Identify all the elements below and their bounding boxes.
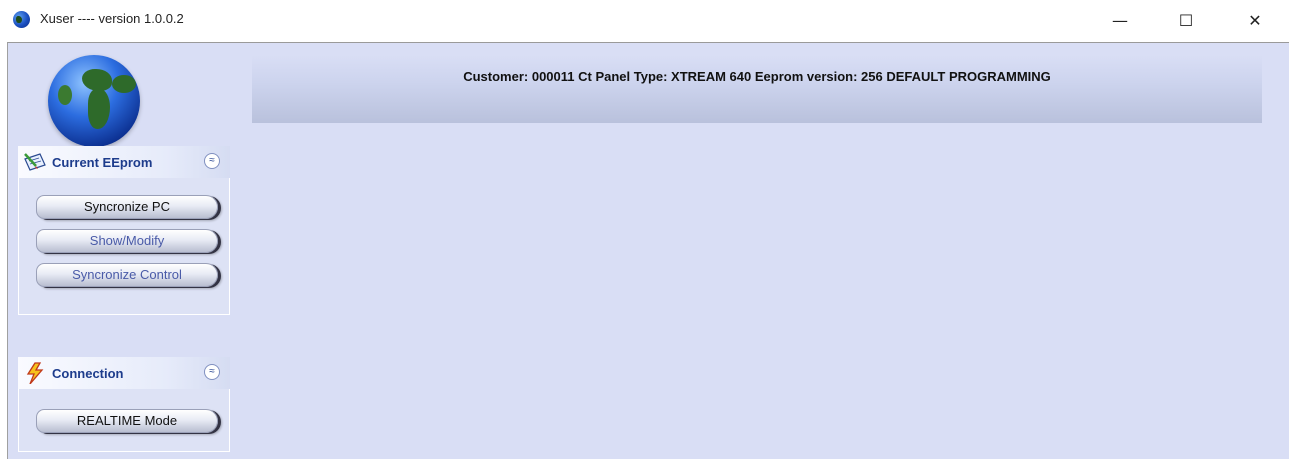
show-modify-button[interactable]: Show/Modify — [36, 229, 218, 253]
lightning-icon — [24, 362, 46, 385]
connection-body: REALTIME Mode — [18, 389, 230, 452]
connection-header[interactable]: Connection ≈ — [18, 357, 230, 389]
globe-logo — [48, 55, 140, 147]
banner-text: Customer: 000011 Ct Panel Type: XTREAM 6… — [463, 69, 1051, 84]
collapse-icon[interactable]: ≈ — [204, 153, 220, 169]
current-eeprom-header[interactable]: Current EEprom ≈ — [18, 146, 230, 178]
maximize-button[interactable]: ☐ — [1163, 6, 1209, 36]
window-title: Xuser ---- version 1.0.0.2 — [40, 11, 184, 26]
title-bar: Xuser ---- version 1.0.0.2 — ☐ ✕ — [0, 0, 1289, 42]
status-banner: Customer: 000011 Ct Panel Type: XTREAM 6… — [252, 55, 1262, 123]
current-eeprom-panel: Current EEprom ≈ Syncronize PC Show/Modi… — [18, 146, 230, 315]
collapse-icon[interactable]: ≈ — [204, 364, 220, 380]
panel-title: Current EEprom — [52, 155, 153, 170]
realtime-mode-button[interactable]: REALTIME Mode — [36, 409, 218, 433]
close-button[interactable]: ✕ — [1232, 6, 1278, 36]
panel-title: Connection — [52, 366, 124, 381]
globe-app-icon — [13, 11, 30, 28]
minimize-button[interactable]: — — [1097, 6, 1143, 36]
connection-panel: Connection ≈ REALTIME Mode — [18, 357, 230, 452]
main-client-area: Customer: 000011 Ct Panel Type: XTREAM 6… — [7, 42, 1289, 459]
current-eeprom-body: Syncronize PC Show/Modify Syncronize Con… — [18, 178, 230, 315]
notebook-icon — [24, 151, 46, 173]
syncronize-control-button[interactable]: Syncronize Control — [36, 263, 218, 287]
syncronize-pc-button[interactable]: Syncronize PC — [36, 195, 218, 219]
